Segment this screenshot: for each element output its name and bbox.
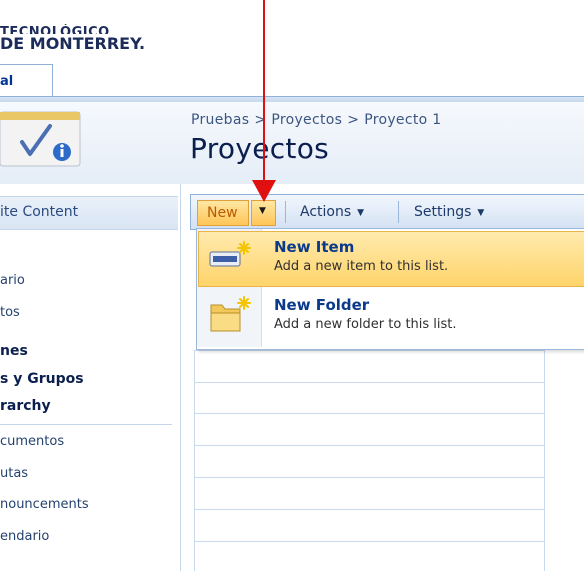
list-border-left xyxy=(194,350,195,571)
sidebar-item-contactos[interactable]: tos xyxy=(0,305,20,320)
sidebar-item-rutas[interactable]: utas xyxy=(0,466,28,481)
actions-menu-button[interactable]: Actions ▼ xyxy=(300,200,364,228)
top-nav-tab[interactable]: al xyxy=(0,64,53,99)
sidebar-item-hierarchy[interactable]: rarchy xyxy=(0,398,51,414)
new-folder-icon xyxy=(210,296,251,332)
menu-item-new-folder-title: New Folder xyxy=(274,296,370,314)
list-border-right xyxy=(544,350,545,571)
sidebar-item-usuarios-y-grupos[interactable]: s y Grupos xyxy=(0,371,84,387)
sidebar-header[interactable]: ite Content xyxy=(0,196,178,230)
menu-item-new-item-description: Add a new item to this list. xyxy=(274,259,449,274)
sidebar-item-documentos[interactable]: cumentos xyxy=(0,434,64,449)
annotation-arrow-icon xyxy=(252,180,276,202)
sidebar-item-announcements[interactable]: nouncements xyxy=(0,497,89,512)
breadcrumb: Pruebas > Proyectos > Proyecto 1 xyxy=(191,112,441,128)
settings-menu-button[interactable]: Settings ▼ xyxy=(414,200,484,228)
new-button-label: New xyxy=(207,205,238,221)
new-dropdown-button[interactable]: ▼ xyxy=(251,200,276,226)
annotation-arrow-line xyxy=(263,0,265,186)
breadcrumb-item-pruebas[interactable]: Pruebas xyxy=(191,112,249,128)
list-row xyxy=(194,445,544,446)
top-nav-tab-label: al xyxy=(0,74,14,89)
toolbar-separator xyxy=(285,201,286,223)
menu-item-new-folder[interactable] xyxy=(198,289,584,343)
site-logo-icon xyxy=(0,111,81,167)
breadcrumb-item-proyecto-1: Proyecto 1 xyxy=(364,112,442,128)
sidebar-item-discusiones[interactable]: nes xyxy=(0,343,28,359)
list-row xyxy=(194,509,544,510)
breadcrumb-item-proyectos[interactable]: Proyectos xyxy=(271,112,342,128)
sidebar-item-calendario-2[interactable]: endario xyxy=(0,529,49,544)
menu-item-new-item-title: New Item xyxy=(274,238,355,256)
list-row xyxy=(194,477,544,478)
page-title: Proyectos xyxy=(190,132,330,165)
list-row xyxy=(194,541,544,542)
new-item-icon xyxy=(209,241,251,267)
list-toolbar xyxy=(190,194,584,230)
menu-item-new-folder-description: Add a new folder to this list. xyxy=(274,317,457,332)
list-row xyxy=(194,413,544,414)
new-button[interactable]: New xyxy=(197,200,249,226)
chevron-down-icon: ▼ xyxy=(357,208,365,218)
list-row xyxy=(194,382,544,383)
sidebar-divider xyxy=(0,424,172,425)
sidebar-header-label: ite Content xyxy=(0,204,79,220)
brand-line-1: TECNOLÓGICO xyxy=(0,25,110,34)
breadcrumb-separator: > xyxy=(347,112,360,128)
toolbar-separator xyxy=(398,201,399,223)
chevron-down-icon: ▼ xyxy=(259,206,266,216)
sidebar-item-calendario[interactable]: ario xyxy=(0,273,25,288)
actions-menu-label: Actions xyxy=(300,204,352,220)
chevron-down-icon: ▼ xyxy=(477,208,485,218)
list-row xyxy=(194,350,544,351)
brand-line-2: DE MONTERREY. xyxy=(0,34,146,53)
settings-menu-label: Settings xyxy=(414,204,472,220)
